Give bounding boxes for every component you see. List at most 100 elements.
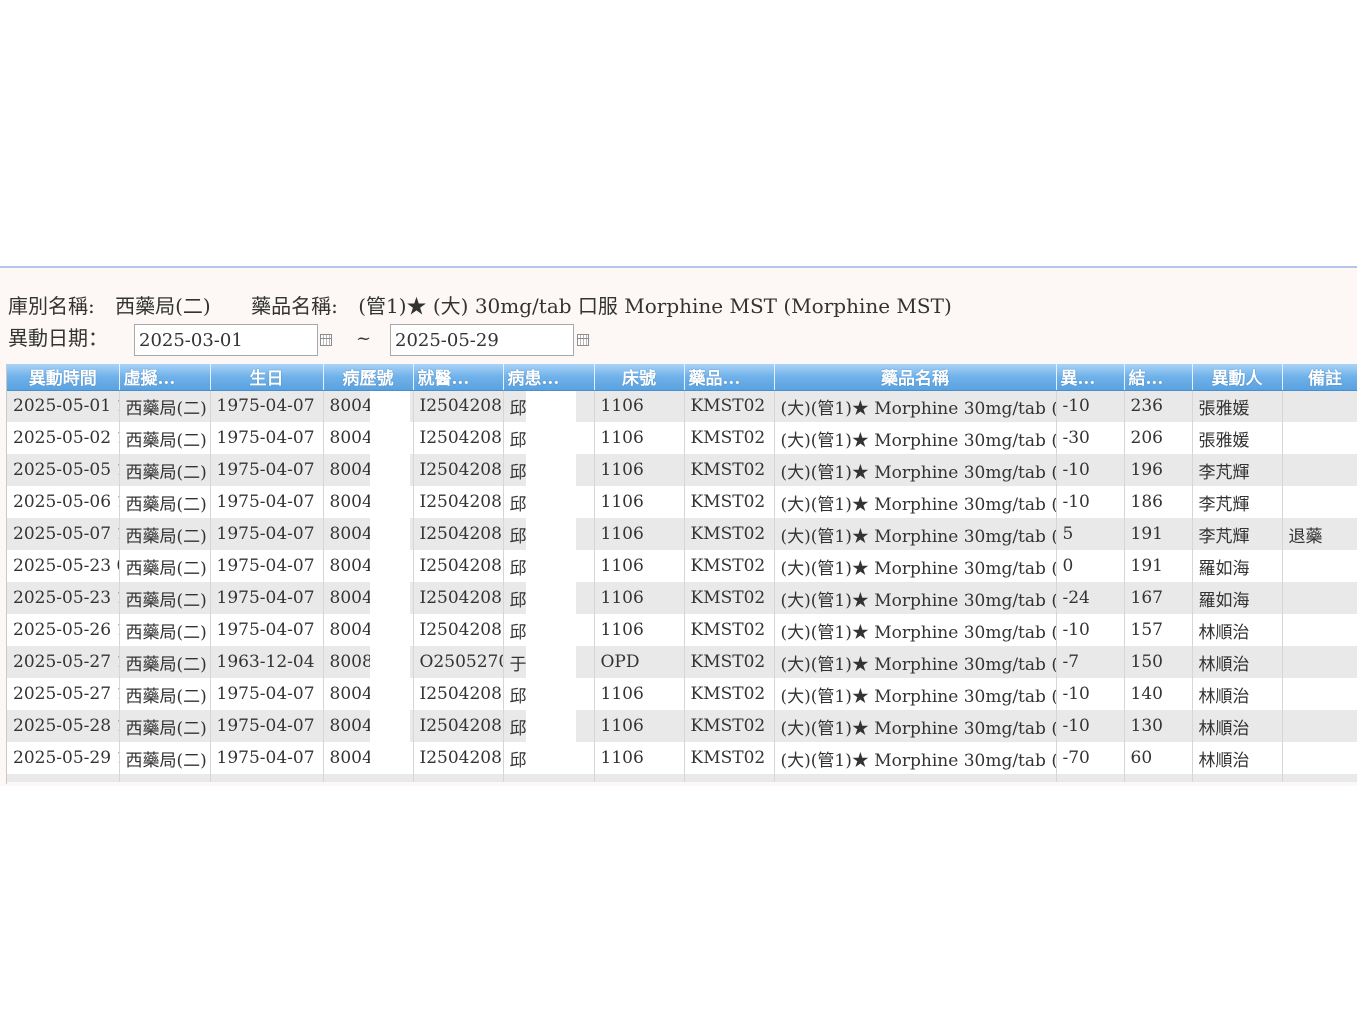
- cell-text: I25042087: [419, 588, 503, 608]
- column-header[interactable]: 藥品...: [684, 364, 775, 391]
- cell-text: 邱: [509, 622, 527, 643]
- cell-birth: 1975-04-07: [210, 582, 324, 614]
- cell-visit: O250527042: [413, 646, 504, 678]
- cell-user: 林順治: [1192, 678, 1283, 710]
- cell-text: 2025-05-23 12:1: [13, 588, 118, 608]
- cell-name: (大)(管1)★ Morphine 30mg/tab (Morphine: [774, 646, 1057, 678]
- cell-code: KMST02: [684, 582, 775, 614]
- cell-text: 0: [1062, 556, 1074, 576]
- column-header[interactable]: 藥品名稱: [774, 364, 1057, 391]
- cell-text: (大)(管1)★ Morphine 30mg/tab (Morphine: [780, 622, 1056, 643]
- column-header[interactable]: 病歷號: [323, 364, 414, 391]
- cell-note: [1282, 678, 1357, 710]
- cell-qty: -7: [1056, 646, 1125, 678]
- cell-text: 1106: [600, 524, 644, 544]
- cell-text: 西藥局(二): [125, 590, 207, 611]
- redaction-mask: [525, 582, 576, 614]
- redaction-mask: [525, 646, 576, 678]
- column-header[interactable]: 病患...: [503, 364, 595, 391]
- empty-cell: [1124, 774, 1193, 782]
- cell-text: 1106: [600, 748, 644, 768]
- cell-time: 2025-05-07 16:0: [7, 518, 120, 550]
- cell-text: 1975-04-07: [216, 556, 315, 576]
- table-row[interactable]: 2025-05-07 16:0 西藥局(二) 1975-04-07 80044I250…: [7, 518, 1357, 550]
- column-header[interactable]: 虛擬...: [119, 364, 211, 391]
- cell-text: 西藥局(二): [125, 718, 207, 739]
- cell-text: 191: [1130, 556, 1163, 576]
- table-row[interactable]: 2025-05-26 12:4 西藥局(二) 1975-04-07 80044I250…: [7, 614, 1357, 646]
- cell-text: 1975-04-07: [216, 716, 315, 736]
- table-row[interactable]: 2025-05-23 12:1 西藥局(二) 1975-04-07 80044I250…: [7, 582, 1357, 614]
- table-row[interactable]: 2025-05-27 12:1 西藥局(二) 1975-04-07 80044I250…: [7, 678, 1357, 710]
- column-header[interactable]: 結...: [1124, 364, 1193, 391]
- column-header[interactable]: 床號: [594, 364, 685, 391]
- cell-text: 5: [1062, 524, 1074, 544]
- cell-text: (大)(管1)★ Morphine 30mg/tab (Morphine: [780, 494, 1056, 515]
- cell-qty: -70: [1056, 742, 1125, 774]
- cell-birth: 1975-04-07: [210, 550, 324, 582]
- cell-text: 邱: [509, 398, 527, 419]
- cell-name: (大)(管1)★ Morphine 30mg/tab (Morphine: [774, 486, 1057, 518]
- cell-store: 西藥局(二): [119, 614, 211, 646]
- cell-store: 西藥局(二): [119, 678, 211, 710]
- cell-text: -7: [1062, 652, 1080, 672]
- table-row[interactable]: 2025-05-28 12:1 西藥局(二) 1975-04-07 80044I250…: [7, 710, 1357, 742]
- cell-patient: 邱: [503, 390, 595, 422]
- cell-text: 1975-04-07: [216, 492, 315, 512]
- column-header[interactable]: 備註: [1282, 364, 1357, 391]
- cell-text: 1975-04-07: [216, 588, 315, 608]
- cell-visit: I25042087: [413, 614, 504, 646]
- store-value: 西藥局(二): [115, 294, 211, 318]
- cell-text: 191: [1130, 524, 1163, 544]
- empty-cell: [1056, 774, 1125, 782]
- cell-visit: I25042087: [413, 518, 504, 550]
- cell-text: -10: [1062, 396, 1090, 417]
- empty-cell: [323, 774, 414, 782]
- cell-text: 1106: [600, 460, 644, 480]
- column-header[interactable]: 生日: [210, 364, 324, 391]
- cell-text: KMST02: [690, 620, 766, 640]
- table-row[interactable]: 2025-05-01 11:4 西藥局(二) 1975-04-07 80044I250…: [7, 390, 1357, 422]
- cell-qty: 0: [1056, 550, 1125, 582]
- cell-bal: 140: [1124, 678, 1193, 710]
- cell-text: (大)(管1)★ Morphine 30mg/tab (Morphine: [780, 654, 1056, 675]
- cell-text: 2025-05-27 12:1: [13, 684, 118, 704]
- table-row[interactable]: 2025-05-02 12:1 西藥局(二) 1975-04-07 80044I250…: [7, 422, 1357, 454]
- table-row[interactable]: 2025-05-23 09:1 西藥局(二) 1975-04-07 80044I250…: [7, 550, 1357, 582]
- cell-bal: 60: [1124, 742, 1193, 774]
- cell-store: 西藥局(二): [119, 390, 211, 422]
- calendar-icon[interactable]: [577, 334, 589, 346]
- table-body: 2025-05-01 11:4西藥局(二)1975-04-0780044I250…: [7, 390, 1357, 782]
- cell-bed: 1106: [594, 614, 685, 646]
- cell-text: -24: [1062, 588, 1090, 608]
- cell-user: 張雅媛: [1192, 390, 1283, 422]
- cell-bal: 206: [1124, 422, 1193, 454]
- column-header[interactable]: 異動時間: [7, 364, 120, 391]
- cell-user: 李芃輝: [1192, 518, 1283, 550]
- cell-text: 206: [1130, 428, 1163, 448]
- cell-text: 1106: [600, 396, 644, 417]
- cell-patient: 邱: [503, 486, 595, 518]
- cell-name: (大)(管1)★ Morphine 30mg/tab (Morphine: [774, 582, 1057, 614]
- table-row[interactable]: 2025-05-05 12:1 西藥局(二) 1975-04-07 80044I250…: [7, 454, 1357, 486]
- cell-chart: 80086: [323, 646, 414, 678]
- cell-time: 2025-05-23 12:1: [7, 582, 120, 614]
- cell-text: 60: [1130, 748, 1153, 768]
- cell-note: [1282, 646, 1357, 678]
- date-from-input[interactable]: [134, 324, 318, 356]
- column-header[interactable]: 異動人: [1192, 364, 1283, 391]
- column-header[interactable]: 異...: [1056, 364, 1125, 391]
- cell-text: KMST02: [690, 652, 766, 672]
- cell-qty: 5: [1056, 518, 1125, 550]
- cell-bed: 1106: [594, 518, 685, 550]
- column-header[interactable]: 就醫...: [413, 364, 504, 391]
- table-row[interactable]: 2025-05-06 12:4 西藥局(二) 1975-04-07 80044I250…: [7, 486, 1357, 518]
- redaction-mask: [369, 742, 410, 774]
- cell-chart: 80044: [323, 390, 414, 422]
- redaction-mask: [369, 550, 410, 582]
- date-to-input[interactable]: [390, 324, 574, 356]
- table-row[interactable]: 2025-05-27 11:1 西藥局(二) 1963-12-04 80086O250…: [7, 646, 1357, 678]
- cell-name: (大)(管1)★ Morphine 30mg/tab (Morphine: [774, 742, 1057, 774]
- calendar-icon[interactable]: [320, 334, 332, 346]
- table-row[interactable]: 2025-05-29 10:0 西藥局(二) 1975-04-07 80044I250…: [7, 742, 1357, 774]
